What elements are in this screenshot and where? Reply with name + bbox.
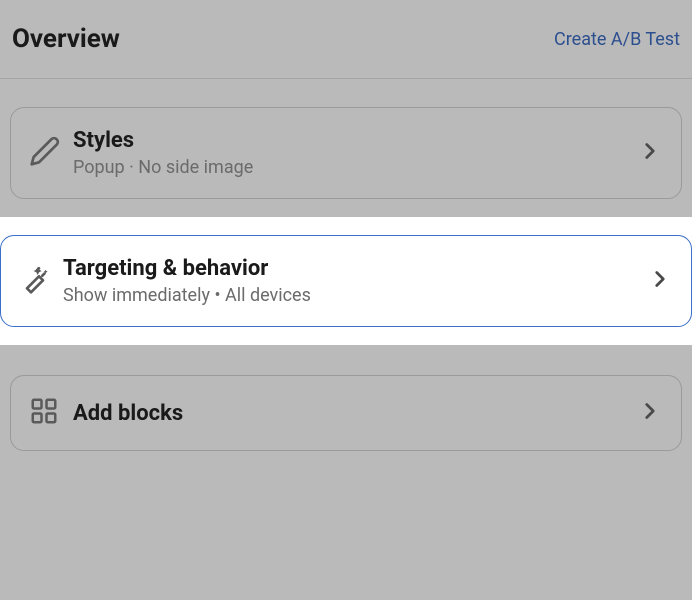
chevron-right-icon [637, 138, 663, 168]
card-subtitle: Popup · No side image [73, 157, 637, 178]
page-header: Overview Create A/B Test [0, 0, 692, 79]
chevron-right-icon [647, 266, 673, 296]
card-title: Add blocks [73, 401, 637, 426]
add-blocks-card[interactable]: Add blocks [10, 375, 682, 451]
card-body: Targeting & behavior Show immediately • … [63, 256, 647, 306]
card-body: Styles Popup · No side image [73, 128, 637, 178]
card-panel-upper: Styles Popup · No side image [0, 79, 692, 199]
blocks-grid-icon [29, 396, 59, 430]
card-title: Styles [73, 128, 637, 153]
card-subtitle: Show immediately • All devices [63, 285, 647, 306]
chevron-right-icon [637, 398, 663, 428]
icon-slot [29, 135, 73, 171]
card-body: Add blocks [73, 401, 637, 426]
pencil-icon [29, 135, 61, 171]
styles-card[interactable]: Styles Popup · No side image [10, 107, 682, 199]
magic-wand-icon [19, 263, 51, 299]
page-title: Overview [12, 24, 120, 54]
icon-slot [19, 263, 63, 299]
targeting-card[interactable]: Targeting & behavior Show immediately • … [0, 235, 692, 327]
selected-card-wrap: Targeting & behavior Show immediately • … [0, 217, 692, 345]
create-ab-test-link[interactable]: Create A/B Test [554, 29, 680, 50]
card-panel-lower: Add blocks [0, 345, 692, 451]
icon-slot [29, 396, 73, 430]
card-title: Targeting & behavior [63, 256, 647, 281]
